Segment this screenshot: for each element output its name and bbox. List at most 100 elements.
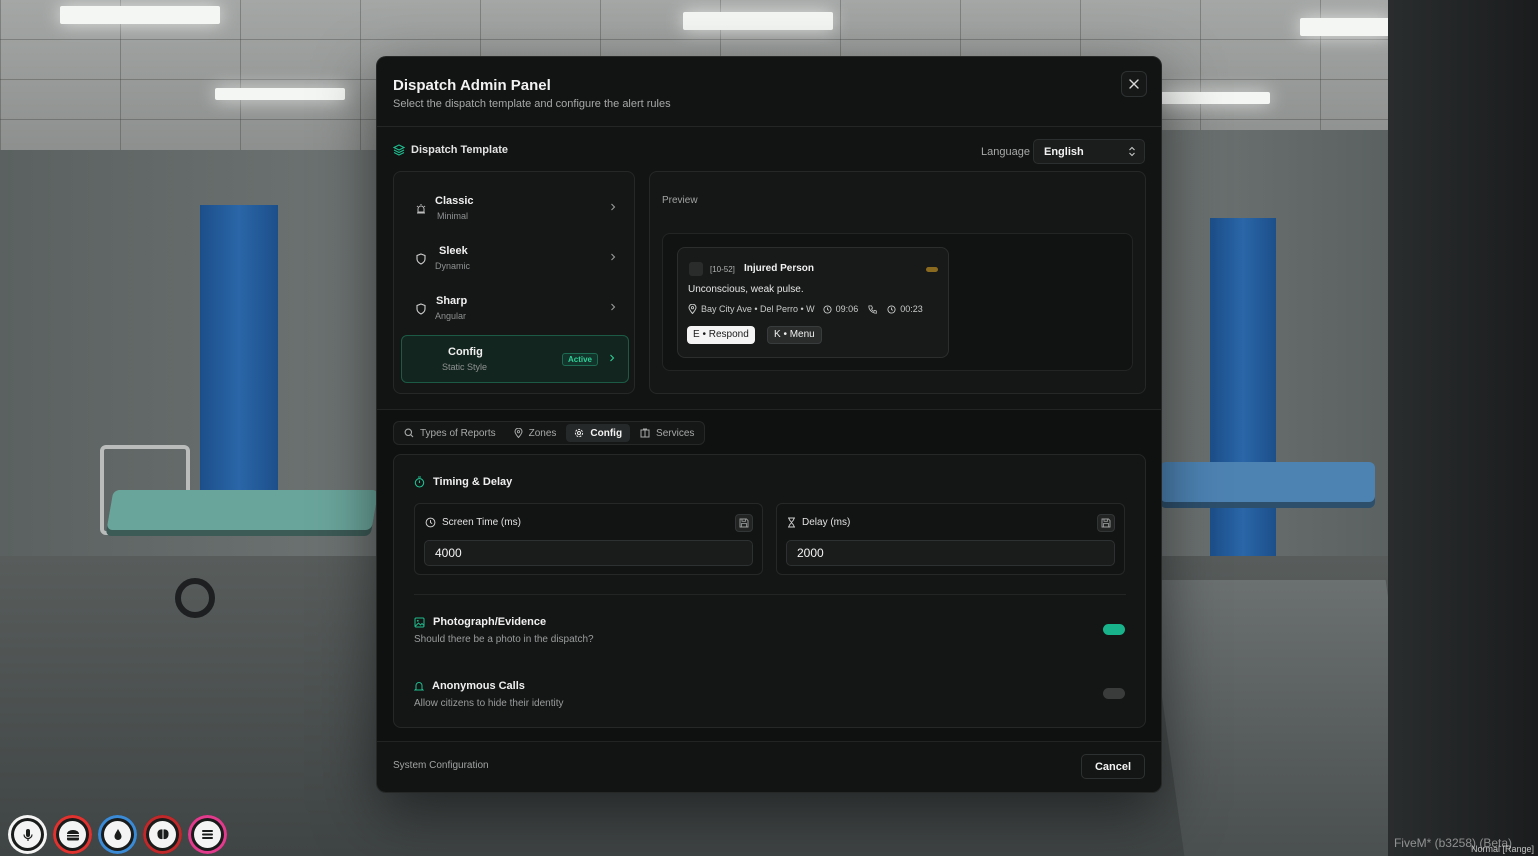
chevron-right-icon [611, 303, 616, 311]
tab-services[interactable]: Services [632, 424, 702, 442]
siren-icon [413, 201, 429, 217]
template-name: Config [448, 346, 483, 358]
template-item-classic[interactable]: Classic Minimal [401, 185, 629, 233]
pillar [1388, 0, 1538, 856]
alert-title: Injured Person [744, 263, 815, 274]
tab-zones[interactable]: Zones [506, 424, 565, 442]
map-pin-icon [688, 304, 697, 314]
anonymous-calls-toggle[interactable] [1103, 688, 1125, 699]
template-name: Sleek [439, 245, 468, 257]
curtain [1210, 218, 1276, 558]
language-select[interactable]: English [1033, 139, 1145, 164]
hospital-bed [1160, 462, 1375, 502]
delay-label-group: Delay (ms) [787, 517, 850, 528]
dispatch-alert-card: [10-52] Injured Person Unconscious, weak… [677, 247, 949, 358]
anonymous-calls-heading: Anonymous Calls [414, 680, 525, 692]
map-pin-icon [514, 428, 523, 438]
save-icon [1101, 518, 1111, 528]
template-item-sleek[interactable]: Sleek Dynamic [401, 235, 629, 283]
tab-label: Zones [528, 427, 557, 439]
hud-voice [8, 815, 47, 854]
player-hud [8, 815, 227, 854]
image-icon [414, 617, 425, 627]
alert-code: [10-52] [710, 265, 735, 274]
footer-label: System Configuration [393, 760, 489, 771]
alert-location: Bay City Ave • Del Perro • W [701, 304, 815, 314]
alert-time: 09:06 [835, 304, 859, 314]
template-style: Minimal [437, 211, 469, 221]
template-item-sharp[interactable]: Sharp Angular [401, 285, 629, 333]
hud-menu[interactable] [188, 815, 227, 854]
ceiling-light [60, 6, 220, 24]
shield-icon [413, 251, 429, 267]
screen-time-label: Screen Time (ms) [442, 517, 521, 528]
tab-label: Services [656, 427, 695, 439]
screen-time-input[interactable] [424, 540, 753, 566]
preview-canvas: [10-52] Injured Person Unconscious, weak… [662, 233, 1133, 371]
chevron-right-icon [610, 354, 615, 362]
photo-option-heading: Photograph/Evidence [414, 616, 546, 628]
voice-mode-indicator: Normal [Range] [1470, 844, 1534, 854]
alert-meta: Bay City Ave • Del Perro • W 09:06 00:23 [688, 304, 923, 314]
search-icon [404, 428, 414, 438]
hourglass-icon [788, 517, 795, 528]
template-style: Angular [435, 311, 467, 321]
divider [414, 594, 1126, 595]
close-button[interactable] [1121, 71, 1147, 97]
ceiling-light [683, 12, 833, 30]
phone-icon [868, 304, 878, 314]
language-label: Language [981, 146, 1030, 158]
alert-description: Unconscious, weak pulse. [688, 284, 804, 295]
tab-config[interactable]: Config [566, 424, 631, 442]
clock-icon [823, 304, 832, 314]
config-panel: Timing & Delay Screen Time (ms) Delay (m… [393, 454, 1146, 728]
delay-input[interactable] [786, 540, 1115, 566]
tab-types-of-reports[interactable]: Types of Reports [396, 424, 504, 442]
screen-time-label-group: Screen Time (ms) [425, 517, 521, 528]
template-style: Dynamic [435, 261, 471, 271]
building-icon [640, 428, 650, 438]
save-screen-time-button[interactable] [735, 514, 753, 532]
clock-icon [887, 304, 896, 314]
tab-label: Types of Reports [420, 427, 496, 439]
template-item-config[interactable]: Config Static Style Active [401, 335, 629, 383]
priority-indicator [926, 267, 938, 272]
cancel-button[interactable]: Cancel [1081, 754, 1145, 779]
modal-title: Dispatch Admin Panel [393, 77, 551, 94]
ceiling-light [215, 88, 345, 100]
hud-hunger [53, 815, 92, 854]
close-icon [1129, 79, 1139, 89]
save-icon [739, 518, 749, 528]
stopwatch-icon [414, 476, 425, 488]
template-name: Sharp [436, 295, 468, 307]
bell-icon [414, 681, 424, 690]
preview-panel: Preview [10-52] Injured Person Unconscio… [649, 171, 1146, 394]
save-delay-button[interactable] [1097, 514, 1115, 532]
clock-icon [425, 517, 436, 528]
tab-label: Config [590, 427, 623, 439]
ceiling-light [1300, 18, 1390, 36]
screen-time-card: Screen Time (ms) [414, 503, 763, 575]
menu-icon [202, 830, 213, 839]
layers-icon [393, 144, 405, 156]
brain-icon [156, 829, 169, 840]
photo-option-title: Photograph/Evidence [433, 616, 547, 628]
burger-icon [66, 829, 79, 840]
modal-header: Dispatch Admin Panel Select the dispatch… [377, 57, 1161, 127]
template-name: Classic [435, 195, 474, 207]
bed-wheel [175, 578, 215, 618]
menu-button[interactable]: K • Menu [767, 326, 822, 344]
chevron-right-icon [611, 253, 616, 261]
water-drop-icon [114, 829, 121, 840]
microphone-icon [22, 828, 33, 841]
respond-button[interactable]: E • Respond [687, 326, 755, 344]
anonymous-calls-description: Allow citizens to hide their identity [414, 698, 564, 709]
hospital-bed [106, 490, 379, 530]
alert-call-duration: 00:23 [900, 304, 923, 314]
dispatch-admin-modal: Dispatch Admin Panel Select the dispatch… [376, 56, 1162, 793]
curtain [200, 205, 278, 535]
hud-thirst [98, 815, 137, 854]
photo-evidence-toggle[interactable] [1103, 624, 1125, 635]
config-tabs: Types of Reports Zones Config Services [393, 421, 706, 445]
delay-label: Delay (ms) [802, 517, 851, 528]
